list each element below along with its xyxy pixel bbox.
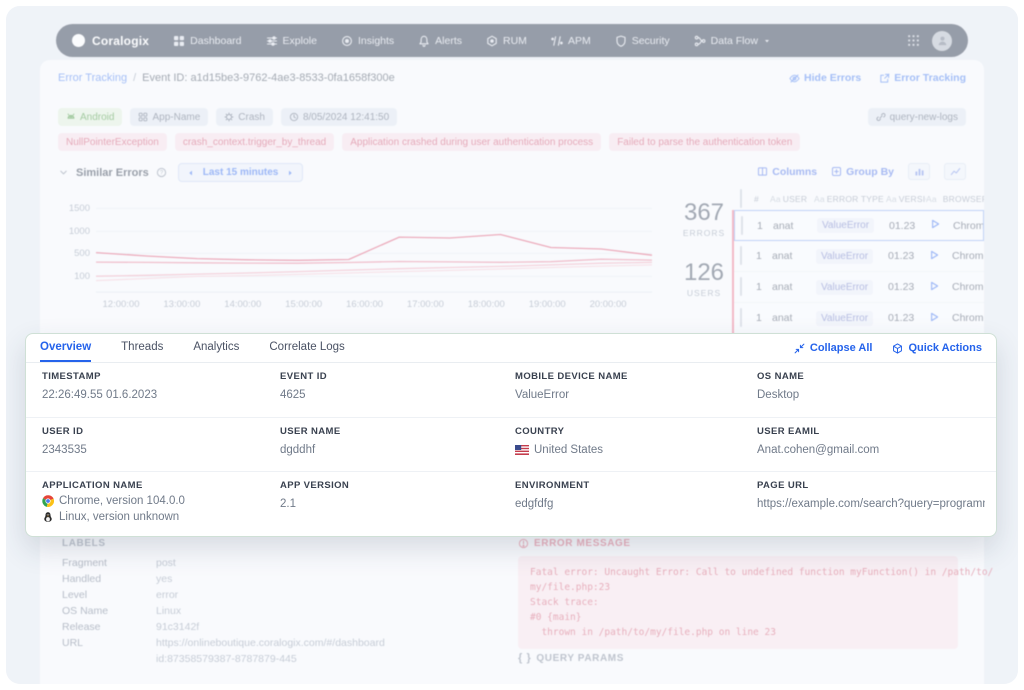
tab-threads[interactable]: Threads [121, 334, 163, 362]
event-details-panel: Overview Threads Analytics Correlate Logs C… [25, 333, 997, 537]
field-user-name: USER NAME dgddhf [280, 426, 341, 456]
cube-icon [892, 342, 903, 354]
linux-icon [42, 511, 54, 523]
panel-actions: Collapse All Quick Actions [794, 342, 982, 354]
panel-tabs: Overview Threads Analytics Correlate Logs [40, 334, 345, 362]
panel-tabs-bar: Overview Threads Analytics Correlate Logs C… [26, 334, 996, 363]
field-event-id: EVENT ID 4625 [280, 371, 328, 401]
field-row: TIMESTAMP 22:26:49.55 01.6.2023 EVENT ID 46… [26, 363, 996, 417]
field-app-version: APP VERSION 2.1 [280, 480, 350, 510]
chrome-icon [42, 495, 54, 507]
field-page-url: PAGE URL https://example.com/search?query… [757, 480, 985, 510]
field-environment: ENVIRONMENT edgfdfg [515, 480, 590, 510]
overview-field-grid: TIMESTAMP 22:26:49.55 01.6.2023 EVENT ID 46… [26, 363, 996, 535]
field-mobile-device-name: MOBILE DEVICE NAME ValueError [515, 371, 628, 401]
tab-overview[interactable]: Overview [40, 334, 92, 362]
quick-actions-button[interactable]: Quick Actions [892, 342, 982, 354]
tab-correlate-logs[interactable]: Correlate Logs [269, 334, 344, 362]
field-row: APPLICATION NAME Chrome, version 104.0.0 L… [26, 471, 996, 535]
field-application-name: APPLICATION NAME Chrome, version 104.0.0 L… [42, 480, 185, 523]
app-frame: Coralogix Dashboard Explole Insights Alerts… [6, 6, 1018, 684]
field-row: USER ID 2343535 USER NAME dgddhf COUNTRY Unit… [26, 417, 996, 471]
field-user-eamil: USER EAMIL Anat.cohen@gmail.com [757, 426, 880, 456]
tab-analytics[interactable]: Analytics [193, 334, 239, 362]
collapse-all-button[interactable]: Collapse All [794, 342, 872, 354]
field-timestamp: TIMESTAMP 22:26:49.55 01.6.2023 [42, 371, 158, 401]
field-user-id: USER ID 2343535 [42, 426, 87, 456]
field-country: COUNTRY United States [515, 426, 604, 456]
us-flag-icon [515, 445, 529, 455]
field-os-name: OS NAME Desktop [757, 371, 805, 401]
collapse-icon [794, 343, 805, 354]
